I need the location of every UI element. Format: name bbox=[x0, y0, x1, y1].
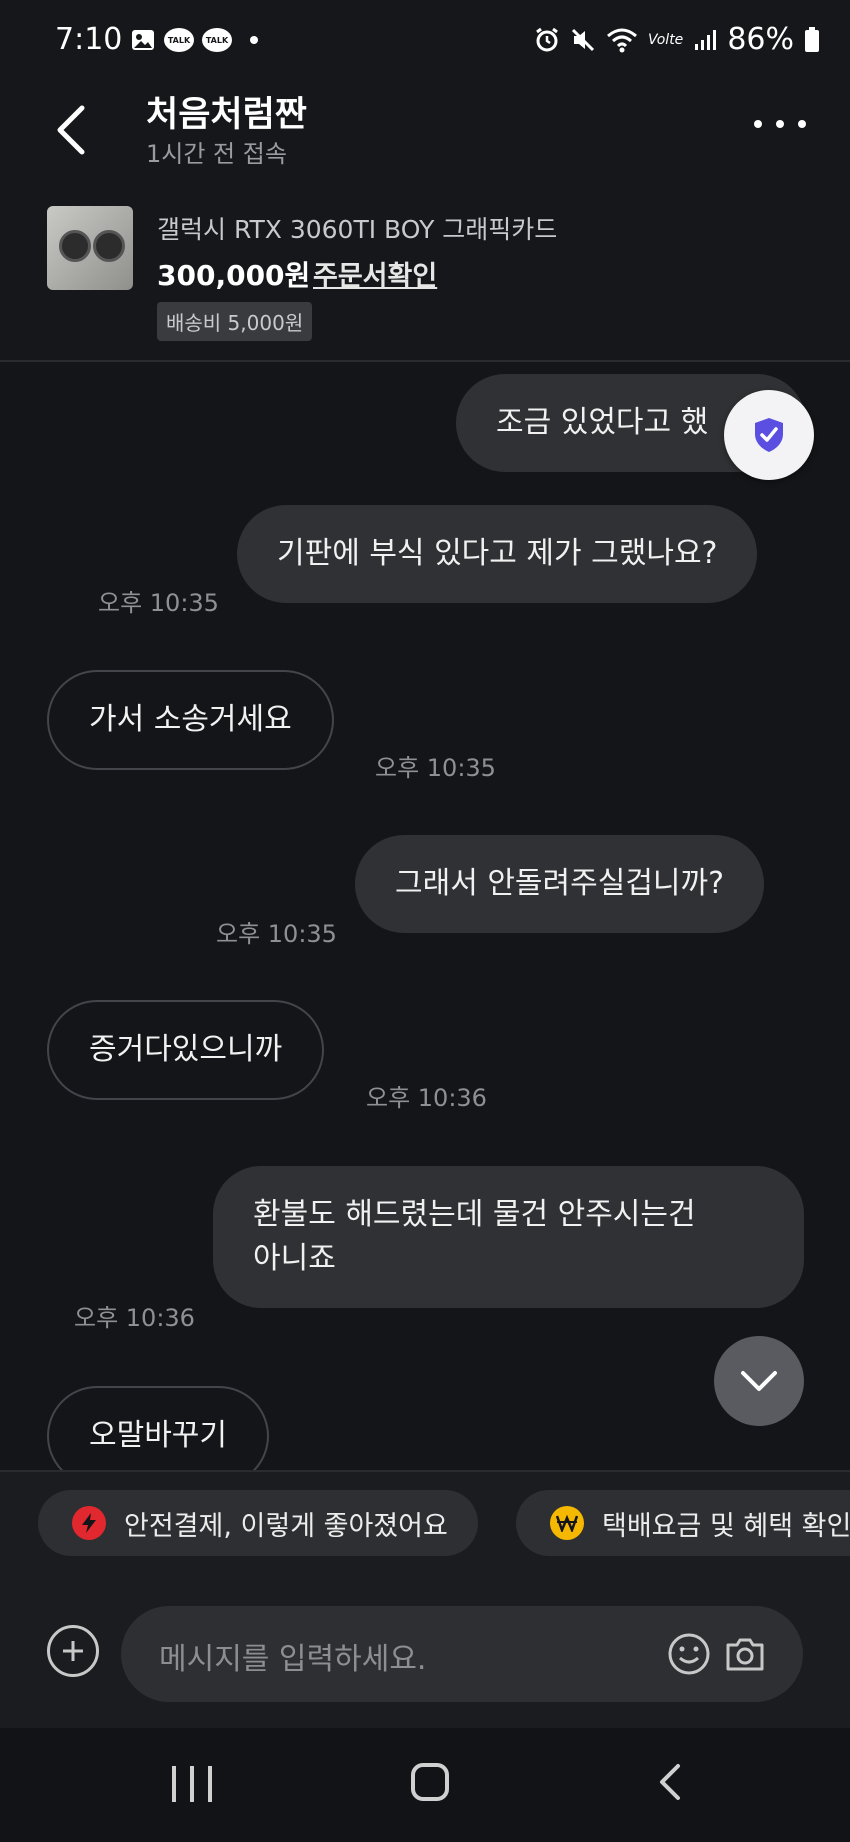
mute-icon bbox=[571, 28, 595, 51]
kakaotalk-icon: TALK bbox=[164, 28, 194, 52]
message-time: 오후 10:36 bbox=[366, 1084, 487, 1112]
last-seen-status: 1시간 전 접속 bbox=[146, 140, 287, 168]
camera-icon bbox=[726, 1638, 764, 1671]
system-nav-bar bbox=[0, 1728, 850, 1842]
signal-icon bbox=[695, 29, 717, 50]
message-text-line: 아니죠 bbox=[253, 1241, 336, 1276]
gpu-fan-graphic bbox=[59, 230, 91, 262]
quick-action-chips: 안전결제, 이렇게 좋아졌어요 택배요금 및 혜택 확인 bbox=[0, 1470, 850, 1570]
message-text: 그래서 안돌려주실겁니까? bbox=[395, 866, 725, 901]
message-bubble-mine[interactable]: 그래서 안돌려주실겁니까? bbox=[355, 835, 765, 933]
back-arrow-icon bbox=[57, 105, 85, 155]
attach-plus-button[interactable] bbox=[47, 1625, 99, 1677]
product-card[interactable]: 갤럭시 RTX 3060TI BOY 그래픽카드 300,000원 주문서확인 … bbox=[0, 182, 850, 362]
product-title: 갤럭시 RTX 3060TI BOY 그래픽카드 bbox=[157, 215, 558, 244]
message-bubble-mine[interactable]: 기판에 부식 있다고 제가 그랬나요? bbox=[237, 505, 758, 603]
gpu-fan-graphic bbox=[93, 230, 125, 262]
message-input[interactable]: 메시지를 입력하세요. bbox=[121, 1606, 803, 1702]
message-list[interactable]: 조금 있었다고 했 기판에 부식 있다고 제가 그랬나요? 오후 10:35 가… bbox=[0, 362, 850, 1470]
more-dot-icon bbox=[754, 120, 762, 128]
message-text: 가서 소송거세요 bbox=[89, 702, 292, 737]
system-back-button[interactable] bbox=[650, 1762, 690, 1802]
message-bubble-mine[interactable]: 환불도 해드렸는데 물건 안주시는건 아니죠 bbox=[213, 1166, 804, 1308]
message-bubble-theirs[interactable]: 가서 소송거세요 bbox=[47, 670, 334, 770]
product-thumbnail[interactable] bbox=[47, 206, 133, 290]
status-time: 7:10 bbox=[55, 22, 123, 57]
recents-button[interactable] bbox=[172, 1766, 212, 1802]
shield-check-icon bbox=[755, 418, 783, 452]
message-input-bar: 메시지를 입력하세요. bbox=[0, 1570, 850, 1728]
recents-bar-icon bbox=[208, 1766, 212, 1802]
battery-icon bbox=[805, 26, 819, 52]
scroll-to-bottom-button[interactable] bbox=[714, 1336, 804, 1426]
recents-bar-icon bbox=[172, 1766, 176, 1802]
message-bubble-theirs[interactable]: 오말바꾸기 bbox=[47, 1386, 269, 1470]
message-time: 오후 10:35 bbox=[216, 920, 337, 948]
camera-button[interactable] bbox=[723, 1632, 767, 1676]
chip-delivery-fee[interactable]: 택배요금 및 혜택 확인 bbox=[516, 1490, 850, 1556]
chat-partner-name: 처음처럼짠 bbox=[146, 95, 308, 135]
home-button[interactable] bbox=[411, 1763, 449, 1801]
chip-label: 택배요금 및 혜택 확인 bbox=[602, 1510, 850, 1542]
more-options-button[interactable] bbox=[754, 112, 806, 136]
message-time: 오후 10:35 bbox=[375, 754, 496, 782]
message-text-line: 환불도 해드렸는데 물건 안주시는건 bbox=[253, 1197, 696, 1232]
message-text: 오말바꾸기 bbox=[89, 1418, 227, 1453]
chip-label: 안전결제, 이렇게 좋아졌어요 bbox=[124, 1510, 448, 1542]
system-status-icons: Volte 86% bbox=[534, 22, 820, 57]
message-bubble-theirs[interactable]: 증거다있으니까 bbox=[47, 1000, 325, 1100]
alarm-icon bbox=[536, 27, 558, 51]
message-time: 오후 10:35 bbox=[98, 589, 219, 617]
chevron-down-icon bbox=[741, 1371, 777, 1391]
smile-icon bbox=[668, 1633, 710, 1675]
message-time: 오후 10:36 bbox=[74, 1304, 195, 1332]
more-dot-icon bbox=[776, 120, 784, 128]
lightning-icon bbox=[72, 1506, 106, 1540]
more-dot-icon bbox=[798, 120, 806, 128]
product-price: 300,000원 bbox=[157, 259, 311, 292]
message-placeholder: 메시지를 입력하세요. bbox=[159, 1642, 427, 1677]
emoji-button[interactable] bbox=[667, 1632, 711, 1676]
notification-icons: TALK TALK bbox=[130, 28, 258, 52]
message-text: 기판에 부식 있다고 제가 그랬나요? bbox=[277, 536, 718, 571]
order-confirm-link[interactable]: 주문서확인 bbox=[313, 254, 437, 293]
battery-percent: 86% bbox=[727, 22, 794, 57]
gallery-icon bbox=[130, 28, 156, 52]
message-text: 증거다있으니까 bbox=[89, 1032, 283, 1067]
chat-header: 처음처럼짠 1시간 전 접속 bbox=[0, 82, 850, 182]
wifi-icon bbox=[607, 28, 637, 52]
plus-icon bbox=[63, 1641, 83, 1661]
more-notifications-dot bbox=[250, 36, 258, 44]
safe-trade-shield-button[interactable] bbox=[724, 390, 814, 480]
volte-icon: Volte bbox=[647, 31, 684, 48]
back-chevron-icon bbox=[660, 1764, 680, 1800]
message-text: 조금 있었다고 했 bbox=[496, 405, 709, 440]
won-icon bbox=[550, 1506, 584, 1540]
status-bar: 7:10 TALK TALK Volte 86% bbox=[0, 0, 850, 82]
back-button[interactable] bbox=[48, 100, 98, 160]
kakaotalk-icon-2: TALK bbox=[202, 28, 232, 52]
recents-bar-icon bbox=[190, 1766, 194, 1802]
chip-safe-payment[interactable]: 안전결제, 이렇게 좋아졌어요 bbox=[38, 1490, 478, 1556]
shipping-fee-badge: 배송비 5,000원 bbox=[157, 302, 313, 341]
